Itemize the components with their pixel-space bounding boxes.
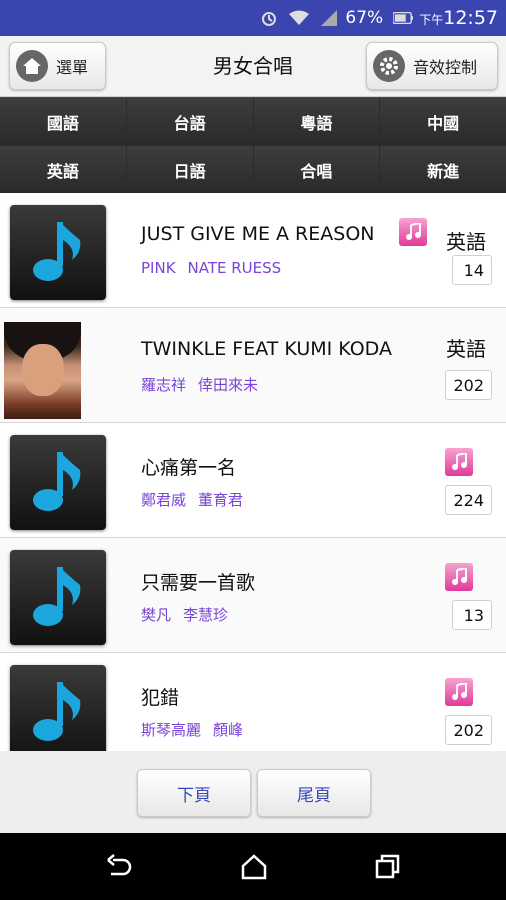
category-tabs: 國語 台語 粵語 中國 英語 日語 合唱 新進	[0, 97, 506, 193]
gear-icon	[373, 50, 405, 82]
clock-time: 12:57	[443, 7, 498, 29]
menu-button[interactable]: 選單	[9, 42, 106, 90]
song-title: JUST GIVE ME A REASON	[141, 223, 375, 245]
song-count-badge: 202	[445, 715, 492, 745]
artist-photo	[4, 322, 81, 419]
artist-name[interactable]: NATE RUESS	[188, 259, 282, 277]
music-note-icon	[33, 682, 81, 741]
category-tab[interactable]: 中國	[380, 98, 506, 145]
song-count-badge: 13	[452, 600, 492, 630]
category-tab[interactable]: 國語	[0, 98, 126, 145]
music-note-icon	[33, 567, 81, 626]
music-note-badge-icon	[445, 563, 473, 591]
music-note-badge-icon	[445, 678, 473, 706]
artist-name[interactable]: 李慧珍	[183, 606, 228, 624]
category-tab[interactable]: 粵語	[253, 98, 380, 145]
music-note-thumbnail	[10, 205, 106, 300]
last-page-button[interactable]: 尾頁	[257, 769, 371, 817]
sound-control-label: 音效控制	[413, 58, 478, 77]
home-icon	[16, 50, 48, 82]
song-row[interactable]: 只需要一首歌 樊凡 李慧珍 13	[0, 538, 506, 653]
signal-icon	[319, 10, 339, 26]
artist-photo-face	[22, 344, 64, 396]
system-nav-bar	[0, 833, 506, 900]
song-row[interactable]: 犯錯 斯琴高麗 顏峰 202	[0, 653, 506, 751]
category-tab[interactable]: 台語	[126, 98, 253, 145]
artist-name[interactable]: 董育君	[198, 491, 243, 509]
song-row[interactable]: TWINKLE FEAT KUMI KODA 羅志祥 倖田來未 英語 202	[0, 308, 506, 423]
music-note-badge-icon	[399, 218, 427, 246]
category-tab[interactable]: 合唱	[253, 146, 380, 193]
app-screen: 67% 下午12:57 選單 男女合唱 音效控制 國語 台語 粵語 中國 英語 …	[0, 0, 506, 900]
song-list: JUST GIVE ME A REASON PINK NATE RUESS 英語 …	[0, 193, 506, 751]
music-note-badge-icon	[445, 448, 473, 476]
page-title: 男女合唱	[213, 54, 293, 78]
battery-icon	[393, 10, 414, 26]
category-tab[interactable]: 日語	[126, 146, 253, 193]
music-note-icon	[33, 452, 81, 511]
song-title: 犯錯	[141, 687, 180, 709]
artist-name[interactable]: 羅志祥	[141, 376, 186, 394]
artist-name[interactable]: 鄭君威	[141, 491, 186, 509]
artist-name[interactable]: 倖田來未	[198, 376, 258, 394]
app-header: 選單 男女合唱 音效控制	[0, 36, 506, 97]
song-artists: PINK NATE RUESS	[141, 259, 281, 277]
artist-name[interactable]: 顏峰	[213, 721, 243, 739]
song-row[interactable]: 心痛第一名 鄭君威 董育君 224	[0, 423, 506, 538]
back-icon[interactable]	[105, 854, 133, 880]
clock-period: 下午	[419, 13, 444, 27]
song-title: TWINKLE FEAT KUMI KODA	[141, 338, 392, 360]
home-nav-icon[interactable]	[240, 854, 268, 880]
music-note-thumbnail	[10, 550, 106, 645]
song-artists: 羅志祥 倖田來未	[141, 374, 258, 395]
song-artists: 鄭君威 董育君	[141, 489, 243, 510]
alarm-icon	[259, 10, 279, 26]
music-note-thumbnail	[10, 665, 106, 751]
status-bar: 67% 下午12:57	[0, 0, 506, 36]
category-tab[interactable]: 英語	[0, 146, 126, 193]
artist-name[interactable]: 樊凡	[141, 606, 171, 624]
recent-apps-icon[interactable]	[374, 854, 402, 880]
menu-button-label: 選單	[56, 58, 89, 77]
pager: 下頁 尾頁	[0, 751, 506, 833]
language-label: 英語	[446, 337, 486, 361]
battery-percent: 67%	[345, 8, 384, 28]
wifi-icon	[289, 10, 310, 26]
song-artists: 斯琴高麗 顏峰	[141, 719, 243, 740]
song-count-badge: 202	[445, 370, 492, 400]
song-title: 只需要一首歌	[141, 572, 256, 594]
song-count-badge: 14	[452, 255, 492, 285]
clock: 下午12:57	[419, 7, 498, 29]
artist-name[interactable]: PINK	[141, 259, 176, 277]
music-note-icon	[33, 222, 81, 281]
song-row[interactable]: JUST GIVE ME A REASON PINK NATE RUESS 英語 …	[0, 193, 506, 308]
song-count-badge: 224	[445, 485, 492, 515]
sound-control-button[interactable]: 音效控制	[366, 42, 498, 90]
song-artists: 樊凡 李慧珍	[141, 604, 228, 625]
song-title: 心痛第一名	[141, 457, 237, 479]
category-tab[interactable]: 新進	[380, 146, 506, 193]
music-note-thumbnail	[10, 435, 106, 530]
artist-name[interactable]: 斯琴高麗	[141, 721, 201, 739]
language-label: 英語	[446, 230, 486, 254]
next-page-button[interactable]: 下頁	[137, 769, 251, 817]
